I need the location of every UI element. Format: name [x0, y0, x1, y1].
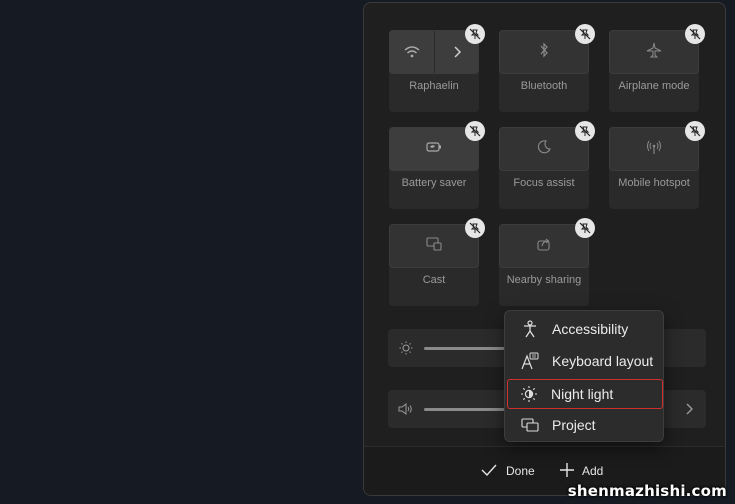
tile-battery-saver[interactable]: Battery saver: [389, 121, 485, 209]
menu-item-project[interactable]: Project: [509, 411, 659, 439]
tile-label: Battery saver: [401, 177, 467, 189]
tile-label: Airplane mode: [618, 80, 690, 92]
unpin-icon[interactable]: [465, 24, 485, 44]
unpin-icon[interactable]: [575, 24, 595, 44]
plus-icon: [560, 462, 574, 480]
menu-item-accessibility[interactable]: Accessibility: [509, 315, 659, 343]
tile-airplane[interactable]: Airplane mode: [609, 24, 705, 112]
menu-item-label: Project: [552, 417, 596, 433]
battery-saver-icon: [425, 140, 443, 158]
tile-label: Bluetooth: [520, 80, 568, 92]
unpin-icon[interactable]: [465, 121, 485, 141]
tile-focus-assist[interactable]: Focus assist: [499, 121, 595, 209]
share-icon: [536, 236, 552, 257]
menu-item-keyboard-layout[interactable]: Keyboard layout: [509, 347, 659, 375]
unpin-icon[interactable]: [575, 121, 595, 141]
add-label: Add: [582, 464, 604, 478]
unpin-icon[interactable]: [575, 218, 595, 238]
tile-label: Raphaelin: [409, 80, 459, 92]
tile-label: Nearby sharing: [506, 274, 582, 286]
unpin-icon[interactable]: [465, 218, 485, 238]
tile-nearby-sharing[interactable]: Nearby sharing: [499, 218, 595, 306]
tile-label: Focus assist: [513, 177, 575, 189]
done-button[interactable]: Done: [480, 459, 535, 483]
watermark: shenmazhishi.com: [567, 482, 727, 500]
tile-label: Mobile hotspot: [618, 177, 690, 189]
add-button[interactable]: Add: [560, 459, 603, 483]
cast-icon: [426, 236, 442, 256]
project-icon: [519, 416, 541, 434]
accessibility-icon: [519, 320, 541, 338]
tile-mobile-hotspot[interactable]: Mobile hotspot: [609, 121, 705, 209]
hotspot-icon: [646, 139, 662, 160]
bluetooth-icon: [539, 42, 549, 63]
moon-icon: [537, 139, 551, 159]
menu-item-label: Night light: [551, 386, 614, 402]
done-label: Done: [506, 464, 535, 478]
tile-bluetooth[interactable]: Bluetooth: [499, 24, 595, 112]
wifi-icon: [390, 31, 435, 73]
chevron-right-icon[interactable]: [680, 400, 698, 418]
tile-label: Cast: [422, 274, 446, 286]
airplane-icon: [646, 42, 662, 63]
menu-item-label: Accessibility: [552, 321, 629, 337]
unpin-icon[interactable]: [685, 24, 705, 44]
unpin-icon[interactable]: [685, 121, 705, 141]
menu-item-night-light[interactable]: Night light: [507, 379, 663, 409]
tile-wifi[interactable]: Raphaelin: [389, 24, 485, 112]
brightness-icon: [398, 340, 414, 356]
keyboard-layout-icon: [519, 352, 541, 370]
checkmark-icon: [480, 463, 498, 480]
night-light-icon: [518, 385, 540, 403]
volume-icon: [398, 401, 414, 417]
menu-item-label: Keyboard layout: [552, 353, 654, 369]
add-menu-flyout: Accessibility Keyboard layout Night ligh…: [504, 310, 664, 442]
tile-cast[interactable]: Cast: [389, 218, 485, 306]
